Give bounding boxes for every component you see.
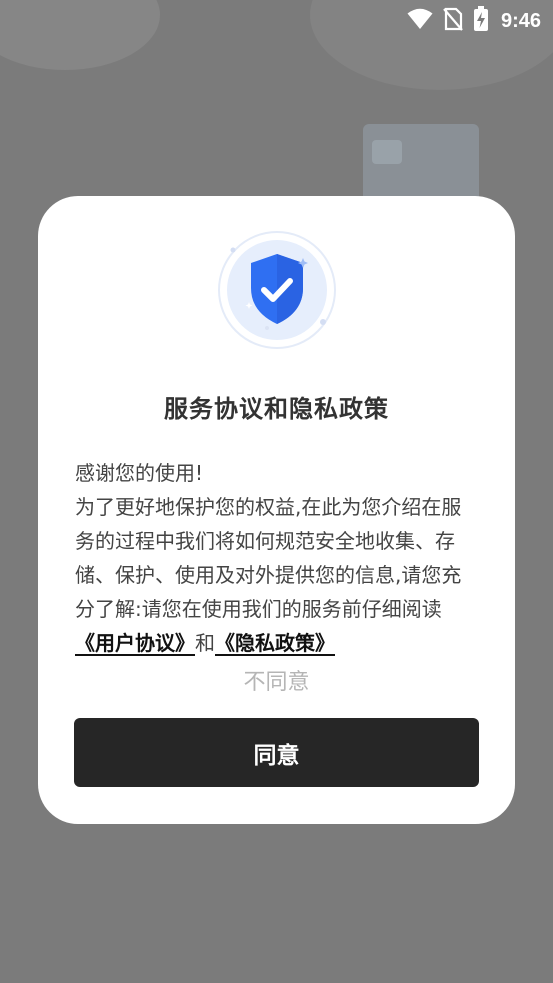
agree-button[interactable]: 同意 [74, 718, 479, 787]
background-card-image [372, 140, 402, 164]
dialog-body: 感谢您的使用! 为了更好地保护您的权益,在此为您介绍在服务的过程中我们将如何规范… [75, 456, 481, 660]
no-sim-icon [443, 7, 463, 35]
status-icons: 9:46 [407, 6, 541, 36]
disagree-button[interactable]: 不同意 [38, 664, 515, 696]
dialog-title: 服务协议和隐私政策 [164, 395, 389, 423]
agreement-description: 为了更好地保护您的权益,在此为您介绍在服务的过程中我们将如何规范安全地收集、存储… [75, 490, 481, 660]
battery-charging-icon [473, 6, 489, 36]
shield-check-icon [217, 230, 337, 350]
body-text: 为了更好地保护您的权益,在此为您介绍在服务的过程中我们将如何规范安全地收集、存储… [75, 495, 462, 621]
background-card [363, 124, 479, 204]
status-bar: 9:46 [0, 0, 553, 38]
status-time: 9:46 [500, 9, 541, 32]
privacy-agreement-dialog: 服务协议和隐私政策 感谢您的使用! 为了更好地保护您的权益,在此为您介绍在服务的… [38, 196, 515, 824]
privacy-policy-link[interactable]: 《隐私政策》 [215, 631, 335, 655]
app-screen: 9:46 服务协议和隐私政策 感谢您的使用! 为了更好地保护您的权益,在此为您介… [0, 0, 553, 983]
user-agreement-link[interactable]: 《用户协议》 [75, 631, 195, 655]
greeting-text: 感谢您的使用! [75, 461, 204, 485]
conjunction-text: 和 [195, 631, 215, 655]
wifi-icon [407, 8, 433, 34]
